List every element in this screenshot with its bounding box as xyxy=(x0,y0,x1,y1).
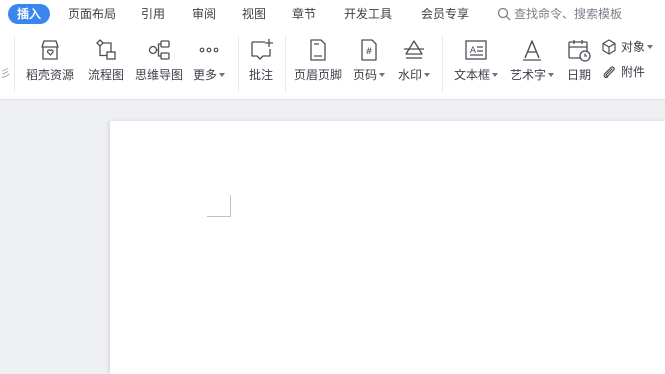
page-number-text: 页码 xyxy=(352,68,377,82)
object-icon xyxy=(602,39,616,55)
ribbon-separator xyxy=(442,36,443,92)
flowchart-label: 流程图 xyxy=(87,68,124,82)
comment-label: 批注 xyxy=(248,68,273,82)
textbox-label: 文本框 xyxy=(446,66,506,83)
comment-button[interactable]: 批注 xyxy=(231,28,291,100)
attachment-icon xyxy=(603,66,615,79)
ribbon-separator xyxy=(285,36,286,92)
date-button[interactable]: 日期 xyxy=(552,28,606,100)
more-icon xyxy=(199,47,219,53)
document-workspace[interactable] xyxy=(0,101,665,374)
tab-view[interactable]: 视图 xyxy=(242,4,266,24)
tab-member-exclusive[interactable]: 会员专享 xyxy=(421,4,469,24)
header-footer-icon xyxy=(310,39,326,61)
chevron-down-icon xyxy=(219,72,225,77)
tab-review[interactable]: 审阅 xyxy=(192,4,216,24)
more-label: 更多 xyxy=(179,66,239,83)
watermark-text: 水印 xyxy=(397,68,422,82)
page-margin-marker xyxy=(230,195,231,217)
tab-references[interactable]: 引用 xyxy=(141,4,165,24)
menu-tab-bar: 插入 页面布局 引用 审阅 视图 章节 开发工具 会员专享 查找命令、搜索模板 xyxy=(0,0,665,28)
flowchart-button[interactable]: 流程图 xyxy=(76,28,136,100)
tab-insert[interactable]: 插入 xyxy=(8,4,51,24)
page-number-icon: # xyxy=(361,39,377,61)
search-placeholder: 查找命令、搜索模板 xyxy=(514,7,623,21)
svg-text:#: # xyxy=(365,47,373,57)
document-page[interactable] xyxy=(110,121,665,374)
textbox-button[interactable]: A 文本框 xyxy=(446,28,506,100)
mindmap-icon xyxy=(148,40,170,60)
page-margin-marker xyxy=(207,216,231,217)
wordart-text: 艺术字 xyxy=(509,68,546,82)
docer-resources-label: 稻壳资源 xyxy=(25,68,74,82)
date-label: 日期 xyxy=(566,68,591,82)
more-text: 更多 xyxy=(192,68,217,82)
more-button[interactable]: 更多 xyxy=(179,28,239,100)
tab-developer-tools[interactable]: 开发工具 xyxy=(344,4,392,24)
wordart-icon xyxy=(523,40,541,61)
search-icon xyxy=(497,7,511,21)
textbox-icon: A xyxy=(465,40,487,60)
calendar-icon xyxy=(568,40,591,62)
watermark-icon xyxy=(404,40,424,59)
attachment-text: 附件 xyxy=(621,65,646,79)
watermark-button[interactable]: 水印 xyxy=(384,28,444,100)
chevron-down-icon xyxy=(647,44,654,49)
docer-resources-button[interactable]: 稻壳资源 xyxy=(20,28,80,100)
insert-ribbon: 彡 稻壳资源 流程图 思维导图 更多 批注 页眉页脚 # 页码 水印 A 文本框… xyxy=(0,28,665,100)
textbox-text: 文本框 xyxy=(453,68,490,82)
comment-icon xyxy=(251,39,273,60)
watermark-label: 水印 xyxy=(384,66,444,83)
ribbon-partial-left-item[interactable]: 彡 xyxy=(0,64,11,84)
tab-chapter[interactable]: 章节 xyxy=(292,4,316,24)
object-text: 对象 xyxy=(621,40,646,54)
store-icon xyxy=(41,40,59,60)
chevron-down-icon xyxy=(424,72,430,77)
ribbon-separator xyxy=(14,36,15,92)
tab-page-layout[interactable]: 页面布局 xyxy=(68,4,116,24)
flowchart-icon xyxy=(96,39,116,60)
chevron-down-icon xyxy=(492,72,498,77)
